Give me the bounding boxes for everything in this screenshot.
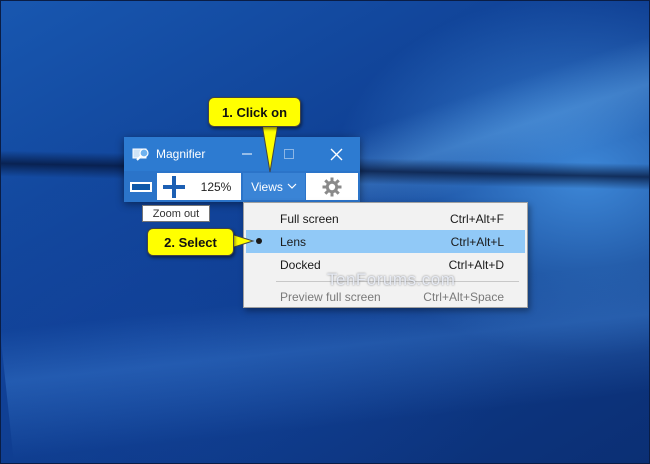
watermark: TenForums.com	[327, 270, 456, 289]
minimize-button[interactable]	[226, 137, 268, 171]
plus-icon	[163, 175, 185, 198]
minimize-icon	[242, 153, 252, 155]
maximize-icon	[284, 149, 294, 159]
window-title: Magnifier	[156, 147, 206, 161]
menu-item-shortcut: Ctrl+Alt+F	[449, 212, 504, 226]
magnifier-window: Magnifier 125% Views	[124, 137, 360, 202]
title-bar[interactable]: Magnifier	[124, 137, 360, 171]
minus-icon	[130, 181, 152, 192]
zoom-out-tooltip: Zoom out	[142, 205, 210, 222]
zoom-level: 125%	[191, 173, 241, 200]
menu-item-shortcut: Ctrl+Alt+Space	[423, 290, 504, 304]
views-menu: Full screen Ctrl+Alt+F Lens Ctrl+Alt+L D…	[243, 202, 528, 308]
zoom-out-button[interactable]	[127, 175, 155, 198]
magnifier-app-icon	[132, 148, 149, 161]
views-button[interactable]: Views	[243, 173, 305, 200]
views-label: Views	[251, 179, 283, 194]
zoom-in-button[interactable]	[157, 173, 191, 200]
menu-item-full-screen[interactable]: Full screen Ctrl+Alt+F	[246, 207, 525, 230]
menu-item-label: Full screen	[280, 212, 339, 226]
menu-item-shortcut: Ctrl+Alt+L	[450, 235, 504, 249]
close-icon	[330, 148, 343, 160]
callout-step2: 2. Select	[147, 228, 234, 256]
menu-item-label: Docked	[280, 258, 321, 272]
selected-bullet-icon	[256, 238, 262, 244]
wallpaper-light-beam	[330, 28, 650, 226]
menu-item-label: Lens	[280, 235, 307, 249]
chevron-down-icon	[287, 183, 297, 189]
menu-item-shortcut: Ctrl+Alt+D	[448, 258, 504, 272]
gear-icon	[322, 177, 342, 196]
magnifier-toolbar: 125% Views	[124, 171, 360, 202]
settings-button[interactable]	[306, 173, 358, 200]
menu-item-lens[interactable]: Lens Ctrl+Alt+L	[246, 230, 525, 253]
menu-item-label: Preview full screen	[280, 290, 381, 304]
maximize-button[interactable]	[268, 137, 310, 171]
callout-step1: 1. Click on	[208, 97, 301, 127]
close-button[interactable]	[313, 137, 360, 171]
